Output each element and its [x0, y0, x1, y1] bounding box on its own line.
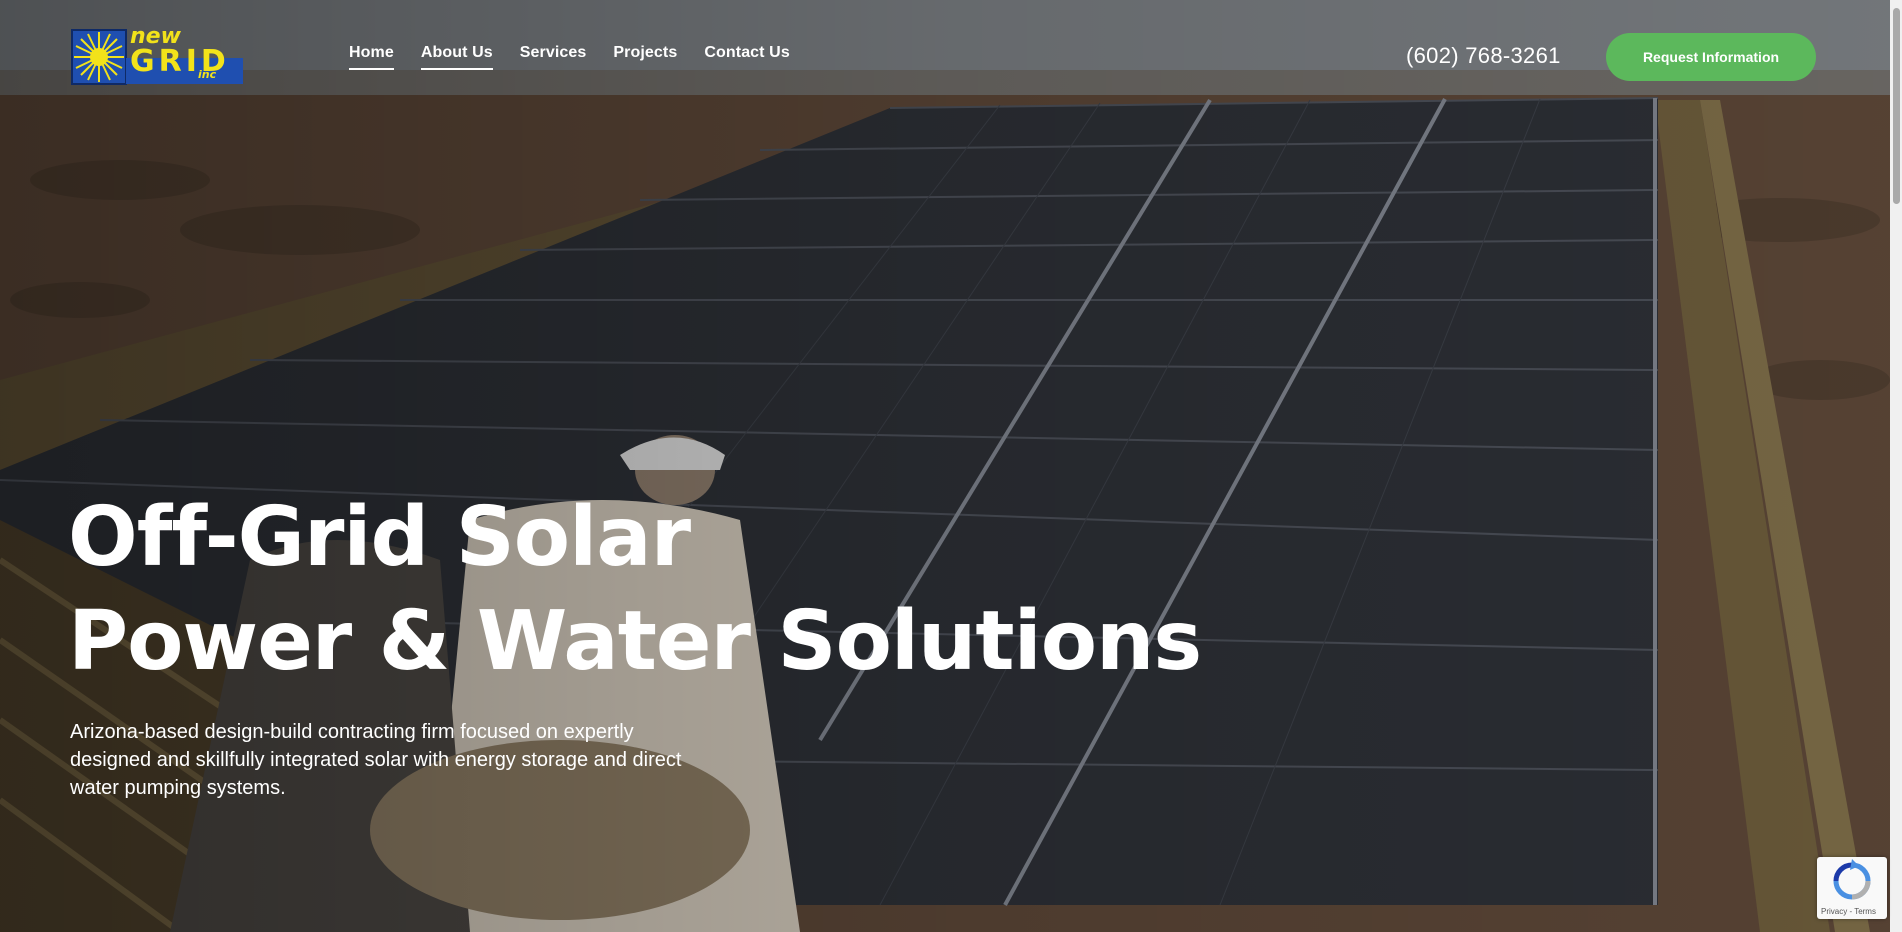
hero-title: Off-Grid Solar Power & Water Solutions — [68, 486, 1202, 694]
phone-link[interactable]: (602) 768-3261 — [1406, 43, 1561, 69]
newgrid-logo[interactable]: new GRID inc — [70, 24, 246, 86]
nav-item-services[interactable]: Services — [520, 44, 587, 70]
site-header: new GRID inc Home About Us Services Proj… — [0, 0, 1902, 112]
hero-title-line-1: Off-Grid Solar — [68, 490, 691, 585]
recaptcha-icon — [1833, 859, 1871, 900]
nav-item-home[interactable]: Home — [349, 44, 394, 70]
hero-description: Arizona-based design-build contracting f… — [70, 721, 682, 799]
logo-word-sub: inc — [198, 68, 217, 81]
main-nav: Home About Us Services Projects Contact … — [349, 44, 817, 70]
nav-item-projects[interactable]: Projects — [613, 44, 677, 70]
scrollbar-thumb[interactable] — [1893, 8, 1900, 204]
recaptcha-links[interactable]: Privacy - Terms — [1821, 907, 1876, 916]
hero-title-line-2: Power & Water Solutions — [68, 594, 1202, 689]
nav-item-contact-us[interactable]: Contact Us — [704, 44, 789, 70]
page: new GRID inc Home About Us Services Proj… — [0, 0, 1902, 932]
page-scrollbar[interactable] — [1890, 0, 1902, 932]
nav-item-about-us[interactable]: About Us — [420, 44, 493, 70]
recaptcha-badge[interactable]: Privacy - Terms — [1817, 857, 1887, 919]
request-information-button[interactable]: Request Information — [1606, 33, 1816, 81]
